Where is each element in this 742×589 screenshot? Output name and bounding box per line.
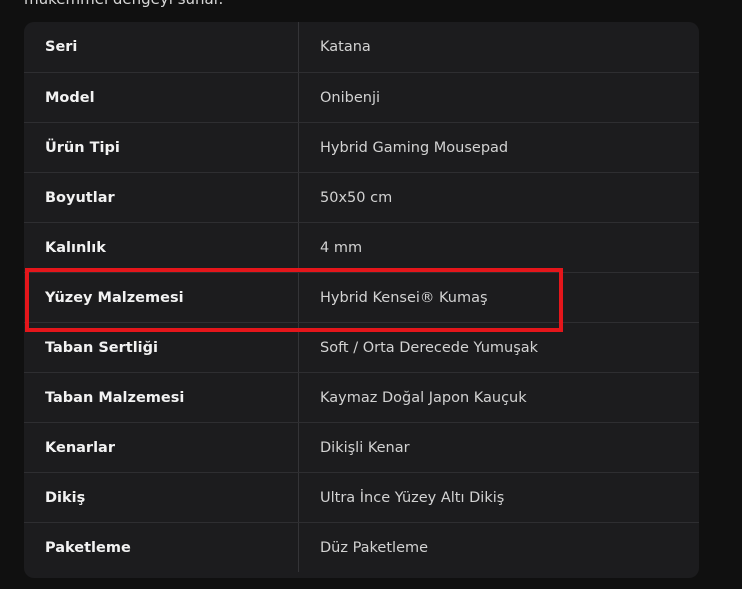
specs-label: Model bbox=[24, 73, 299, 122]
specs-label: Paketleme bbox=[24, 523, 299, 572]
intro-text: mükemmel dengeyi sunar. bbox=[24, 0, 223, 9]
specs-row-yuzey-malzemesi: Yüzey Malzemesi Hybrid Kensei® Kumaş bbox=[24, 272, 699, 322]
specs-row-model: Model Onibenji bbox=[24, 72, 699, 122]
specs-row-dikis: Dikiş Ultra İnce Yüzey Altı Dikiş bbox=[24, 472, 699, 522]
specs-row-paketleme: Paketleme Düz Paketleme bbox=[24, 522, 699, 572]
specs-value: Onibenji bbox=[320, 89, 381, 106]
specs-value: Düz Paketleme bbox=[320, 539, 429, 556]
specs-value: Dikişli Kenar bbox=[320, 439, 410, 456]
specs-value: Ultra İnce Yüzey Altı Dikiş bbox=[320, 489, 505, 506]
specs-label: Dikiş bbox=[24, 473, 299, 522]
specs-row-taban-malzemesi: Taban Malzemesi Kaymaz Doğal Japon Kauçu… bbox=[24, 372, 699, 422]
specs-label: Yüzey Malzemesi bbox=[24, 273, 299, 322]
specs-label: Kalınlık bbox=[24, 223, 299, 272]
specs-label: Ürün Tipi bbox=[24, 123, 299, 172]
specs-value: Hybrid Kensei® Kumaş bbox=[320, 289, 488, 306]
specs-label: Kenarlar bbox=[24, 423, 299, 472]
specs-label: Taban Sertliği bbox=[24, 323, 299, 372]
specs-value: 4 mm bbox=[320, 239, 363, 256]
specs-row-taban-sertligi: Taban Sertliği Soft / Orta Derecede Yumu… bbox=[24, 322, 699, 372]
specs-value: Kaymaz Doğal Japon Kauçuk bbox=[320, 389, 527, 406]
specs-label: Seri bbox=[24, 22, 299, 72]
specs-row-kalinlik: Kalınlık 4 mm bbox=[24, 222, 699, 272]
specs-row-seri: Seri Katana bbox=[24, 22, 699, 72]
specs-table: Seri Katana Model Onibenji Ürün Tipi Hyb… bbox=[24, 22, 699, 578]
page: mükemmel dengeyi sunar. Seri Katana Mode… bbox=[0, 0, 742, 589]
specs-value: Hybrid Gaming Mousepad bbox=[320, 139, 509, 156]
specs-value: Soft / Orta Derecede Yumuşak bbox=[320, 339, 539, 356]
specs-label: Boyutlar bbox=[24, 173, 299, 222]
specs-value: Katana bbox=[320, 39, 371, 55]
specs-row-boyutlar: Boyutlar 50x50 cm bbox=[24, 172, 699, 222]
specs-label: Taban Malzemesi bbox=[24, 373, 299, 422]
specs-value: 50x50 cm bbox=[320, 189, 393, 206]
specs-row-urun-tipi: Ürün Tipi Hybrid Gaming Mousepad bbox=[24, 122, 699, 172]
specs-row-kenarlar: Kenarlar Dikişli Kenar bbox=[24, 422, 699, 472]
